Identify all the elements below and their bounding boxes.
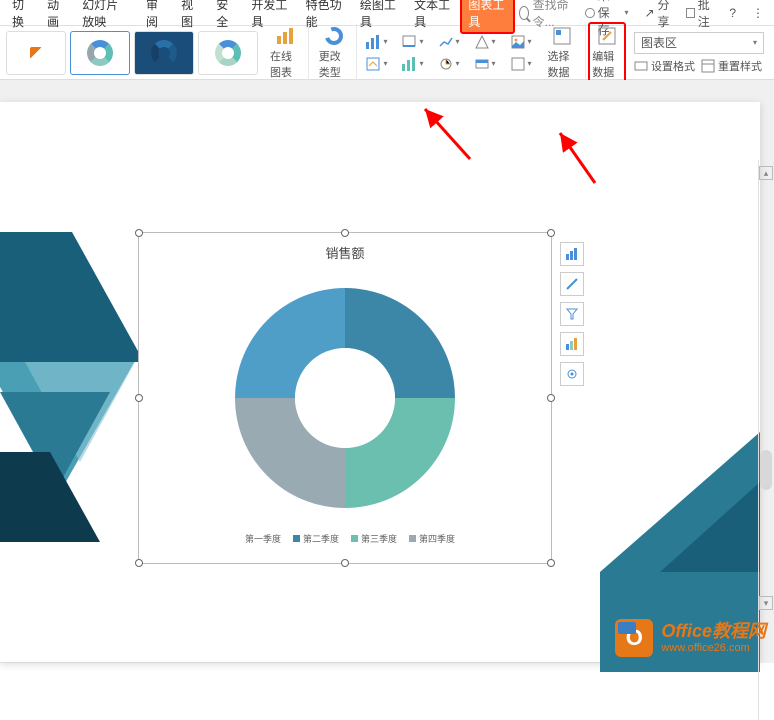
shape-outline-btn[interactable]: ▾ xyxy=(474,56,496,72)
canvas-area: 销售额 第一季度 第二季度 第三季度 第四季度 xyxy=(0,80,774,663)
chart-elements-tool[interactable] xyxy=(560,242,584,266)
resize-handle[interactable] xyxy=(135,229,143,237)
donut-chart[interactable] xyxy=(215,268,475,528)
menu-bar: 切换 动画 幻灯片放映 审阅 视图 安全 开发工具 特色功能 绘图工具 文本工具… xyxy=(0,0,774,26)
chart-style-tool[interactable] xyxy=(560,272,584,296)
resize-handle[interactable] xyxy=(135,394,143,402)
chart-settings-tool[interactable] xyxy=(560,362,584,386)
watermark-title: Office教程网 xyxy=(661,622,766,642)
online-chart-button[interactable]: 在线图表 xyxy=(270,26,300,80)
legend-item[interactable]: 第二季度 xyxy=(293,532,339,545)
chart-filter-tool[interactable] xyxy=(560,302,584,326)
axis-btn[interactable]: ▾ xyxy=(401,34,423,50)
scroll-down-button[interactable]: ▾ xyxy=(759,596,773,610)
format-icon xyxy=(634,59,648,73)
errorbar-btn[interactable]: ▾ xyxy=(438,56,460,72)
chart-area-combo[interactable]: 图表区 ▾ xyxy=(634,32,764,54)
ribbon-icons-5: ▾ ▾ xyxy=(504,30,538,76)
ribbon-icons-4: ▾ ▾ xyxy=(468,30,502,76)
ribbon-icons-1: ▾ ▾ xyxy=(359,30,393,76)
picture-btn[interactable]: ▾ xyxy=(510,34,532,50)
select-data-icon xyxy=(552,26,572,46)
reset-icon xyxy=(701,59,715,73)
stylegroup-icon xyxy=(30,47,42,59)
share-button[interactable]: ↗ 分享 xyxy=(638,0,676,32)
chart-title[interactable]: 销售额 xyxy=(139,233,551,268)
decor-triangle xyxy=(0,232,144,362)
watermark: O Office教程网 www.office26.com xyxy=(615,619,766,657)
legend-item[interactable]: 第一季度 xyxy=(235,532,281,545)
scroll-thumb[interactable] xyxy=(760,450,772,490)
cloud-icon xyxy=(585,8,594,18)
resize-handle[interactable] xyxy=(135,559,143,567)
reset-style-button[interactable]: 重置样式 xyxy=(701,58,762,74)
watermark-url: www.office26.com xyxy=(661,642,766,654)
shape-fill-btn[interactable]: ▾ xyxy=(474,34,496,50)
chart-object[interactable]: 销售额 第一季度 第二季度 第三季度 第四季度 xyxy=(138,232,552,564)
help-button[interactable]: ? xyxy=(723,4,742,22)
gridline-btn[interactable]: ▾ xyxy=(401,56,423,72)
menu-drawtools[interactable]: 绘图工具 xyxy=(352,0,406,34)
resize-handle[interactable] xyxy=(341,559,349,567)
menu-texttools[interactable]: 文本工具 xyxy=(406,0,460,34)
ribbon-icons-2: ▾ ▾ xyxy=(395,30,429,76)
change-type-icon xyxy=(324,26,344,46)
chart-element-btn[interactable]: ▾ xyxy=(365,56,387,72)
resize-handle[interactable] xyxy=(341,229,349,237)
set-format-button[interactable]: 设置格式 xyxy=(634,58,695,74)
menu-charttools[interactable]: 图表工具 xyxy=(460,0,514,34)
style-preset-3[interactable] xyxy=(134,31,194,75)
edit-data-button[interactable]: 编辑数据 xyxy=(592,26,622,80)
search-icon xyxy=(519,6,529,20)
chart-side-tools xyxy=(560,242,584,386)
share-icon: ↗ xyxy=(644,6,654,20)
style-preset-4[interactable] xyxy=(198,31,258,75)
scroll-up-button[interactable]: ▴ xyxy=(759,166,773,180)
decor-triangle xyxy=(0,452,100,542)
style-preset-2[interactable] xyxy=(70,31,130,75)
select-data-button[interactable]: 选择数据 xyxy=(548,26,578,80)
ribbon-toolbar: 在线图表 更改类型 ▾ ▾ ▾ ▾ ▾ ▾ ▾ ▾ ▾ ▾ 选择数据 编辑数据 xyxy=(0,26,774,80)
watermark-badge-icon: O xyxy=(615,619,653,657)
trendline-btn[interactable]: ▾ xyxy=(438,34,460,50)
textbox-btn[interactable]: ▾ xyxy=(510,56,532,72)
legend-item[interactable]: 第四季度 xyxy=(409,532,455,545)
online-chart-icon xyxy=(275,26,295,46)
resize-handle[interactable] xyxy=(547,394,555,402)
ribbon-icons-3: ▾ ▾ xyxy=(432,30,466,76)
change-type-button[interactable]: 更改类型 xyxy=(319,26,349,80)
decor-triangle xyxy=(660,482,760,572)
edit-data-icon xyxy=(597,26,617,46)
annotate-button[interactable]: 批注 xyxy=(680,0,719,32)
chart-legend[interactable]: 第一季度 第二季度 第三季度 第四季度 xyxy=(139,528,551,549)
chevron-down-icon: ▾ xyxy=(753,38,757,47)
legend-item[interactable]: 第三季度 xyxy=(351,532,397,545)
chart-fill-tool[interactable] xyxy=(560,332,584,356)
resize-handle[interactable] xyxy=(547,229,555,237)
style-preset-1[interactable] xyxy=(6,31,66,75)
resize-handle[interactable] xyxy=(547,559,555,567)
slide[interactable]: 销售额 第一季度 第二季度 第三季度 第四季度 xyxy=(0,102,760,662)
note-icon xyxy=(686,8,695,18)
more-button[interactable]: ⋮ xyxy=(746,4,770,22)
chart-layout-btn[interactable]: ▾ xyxy=(365,34,387,50)
chart-style-gallery xyxy=(4,29,260,77)
